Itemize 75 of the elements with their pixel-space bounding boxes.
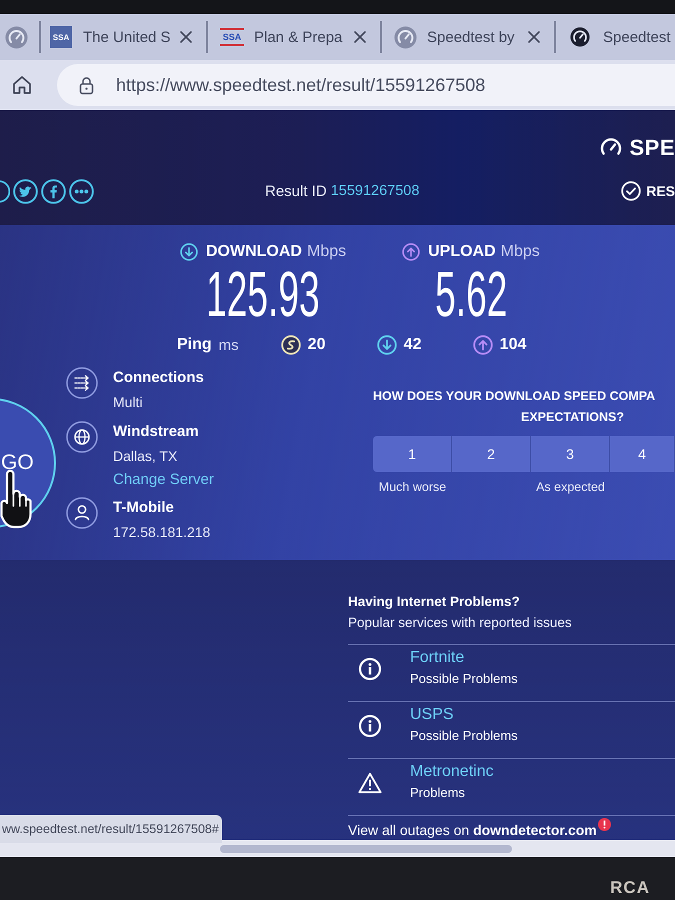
unit-label: ms [218,336,239,354]
service-link[interactable]: Fortnite [410,648,464,668]
check-icon [621,181,642,201]
gauge-icon [394,26,417,48]
browser-tab[interactable]: Speedtest [556,21,675,53]
info-value: Multi [113,393,143,412]
browser-tab[interactable]: Speedtest by [382,21,556,53]
home-icon[interactable] [11,74,33,96]
service-status: Possible Problems [410,727,518,745]
favicon-tile: SSA [50,26,72,48]
browser-tab[interactable]: SSA Plan & Prepa [208,21,382,53]
rating-button[interactable]: 4 [610,436,675,472]
gauge-icon [570,27,590,47]
rating-caption: As expected [536,479,605,496]
info-value: Dallas, TX [113,447,178,466]
result-id-label: Result ID [265,182,327,200]
brand-text: RCA [610,878,650,898]
more-icon[interactable] [69,178,94,204]
results-link[interactable]: RES [621,181,675,201]
alert-badge-icon [598,818,611,831]
browser-tab[interactable]: SSA The United S [41,21,208,53]
rating-button[interactable]: 2 [452,436,531,472]
close-icon[interactable] [527,30,541,44]
facebook-icon[interactable] [41,178,66,204]
speed-value: 5.62 [434,266,508,322]
ping-value: 42 [404,336,422,354]
info-title: T-Mobile [113,498,174,518]
outages-footer-text: View all outages on downdetector.com [348,821,597,839]
speed-value: 125.93 [206,266,320,322]
ping-icon [280,335,301,355]
close-icon[interactable] [179,30,193,44]
info-icon [358,657,382,681]
download-icon [376,335,397,355]
user-icon [66,497,98,529]
close-icon[interactable] [353,30,367,44]
info-value: 172.58.181.218 [113,523,210,542]
scrollbar-thumb[interactable] [220,844,512,852]
status-url: ww.speedtest.net/result/15591267508# [0,815,222,843]
logo-text: SPE [629,135,675,161]
outages-title: Having Internet Problems? [348,593,521,611]
ping-value: 104 [500,336,526,354]
survey-question: HOW DOES YOUR DOWNLOAD SPEED COMPA EXPECTATIONS? [373,388,656,426]
metric-label: DOWNLOAD [206,243,302,261]
download-icon [180,243,198,261]
info-title: Windstream [113,422,199,442]
ping-label: Ping [177,336,212,354]
favicon-logo: SSA [220,28,244,46]
ping-value: 20 [308,336,326,354]
lock-icon [79,76,94,94]
change-server-link[interactable]: Change Server [113,469,214,491]
result-id-value: 15591267508 [330,183,420,199]
globe-icon [66,421,98,453]
upload-icon [402,243,420,261]
arrows-icon [66,367,98,399]
downdetector-link[interactable]: downdetector.com [473,822,597,838]
bird-icon[interactable] [13,178,38,204]
warning-icon [358,771,382,795]
unit-label: Mbps [500,243,540,261]
rating-button[interactable]: 1 [373,436,452,472]
outages-subtitle: Popular services with reported issues [348,614,573,632]
rating-caption: Much worse [378,479,446,496]
scrollbar[interactable] [0,840,675,857]
upload-icon [472,335,493,355]
service-status: Problems [410,784,465,802]
info-icon [358,714,382,738]
address-field[interactable]: https://www.speedtest.net/result/15591267508 [57,64,675,106]
metric-label: UPLOAD [428,243,496,261]
service-status: Possible Problems [410,670,518,688]
unit-label: Mbps [306,243,346,261]
info-title: Connections [113,368,204,388]
gauge-icon [5,26,28,48]
hand-cursor-icon [0,470,32,530]
service-link[interactable]: USPS [410,705,454,725]
rating-button[interactable]: 3 [531,436,610,472]
service-link[interactable]: Metronetinc [410,762,494,782]
